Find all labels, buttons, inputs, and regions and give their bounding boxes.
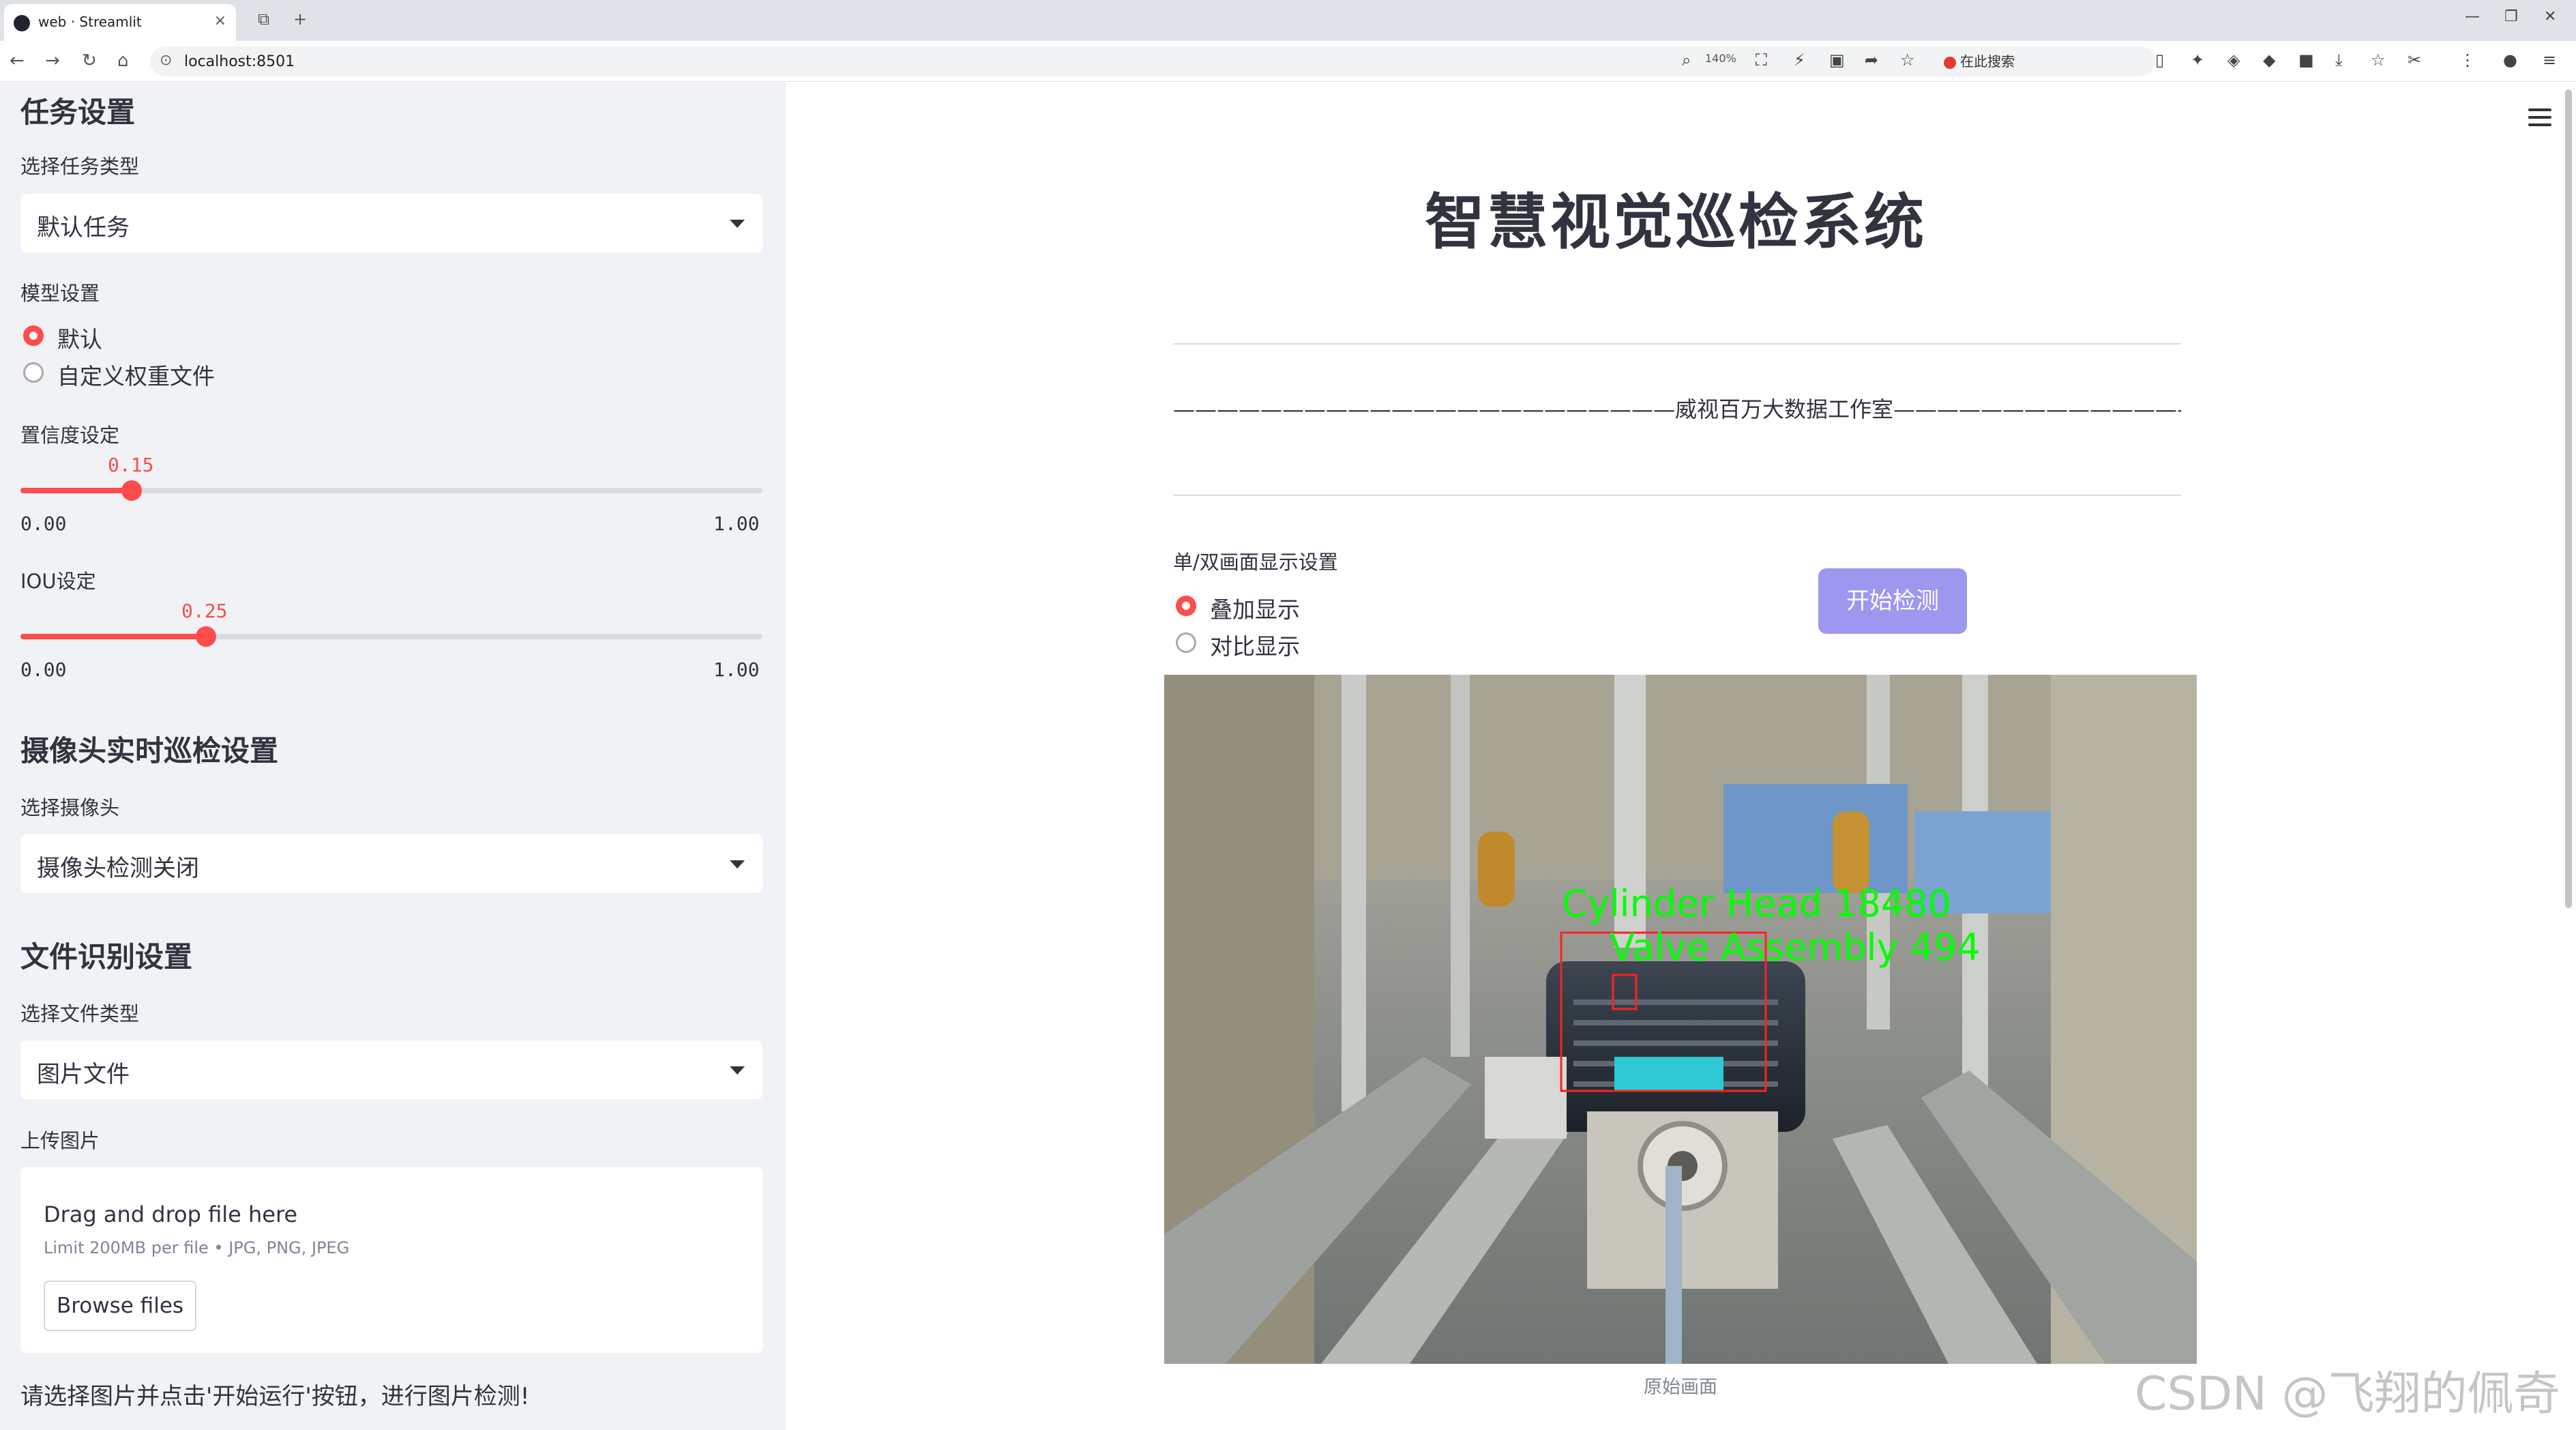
iou-value: 0.25 [181,600,228,622]
model-radio-default[interactable] [23,325,44,346]
zoom-icon[interactable]: ⌕ [1682,50,1691,70]
file-type-select[interactable]: 图片文件 [20,1040,763,1099]
window-close-icon[interactable]: ✕ [2544,8,2556,25]
task-type-label: 选择任务类型 [20,155,140,178]
confidence-slider-fill [20,488,132,493]
file-dropzone[interactable]: Drag and drop file here Limit 200MB per … [20,1167,763,1353]
site-info-icon[interactable]: ⊙ [160,52,172,69]
address-toolbar: ← → ↻ ⌂ ⊙ localhost:8501 ⌕ 140% ⛶ ⚡ ▣ ➦ … [0,41,2576,82]
detection-label-cylinder-head: Cylinder Head 18480 [1562,882,1951,925]
browser-tab-bar: web · Streamlit × ⧉ + — ❐ ✕ [0,0,2576,41]
url-text: localhost:8501 [184,53,295,70]
confidence-value: 0.15 [108,454,154,476]
task-settings-heading: 任务设置 [20,96,136,129]
display-option-overlay[interactable]: 叠加显示 [1210,592,1300,624]
display-mode-label: 单/双画面显示设置 [1173,551,1338,574]
more-menu-icon[interactable]: ⋮ [2459,50,2476,70]
file-type-value: 图片文件 [37,1061,130,1088]
confidence-label: 置信度设定 [20,424,120,447]
browser-tab[interactable]: web · Streamlit × [4,4,236,41]
streamlit-favicon-icon [14,15,30,31]
minimize-icon[interactable]: — [2465,8,2480,25]
chevron-down-icon [730,1066,745,1075]
iou-slider-fill [20,634,206,639]
extension-cube-icon[interactable]: ◈ [2227,50,2240,70]
search-engine-icon [1944,56,1956,69]
lightning-icon[interactable]: ⚡ [1794,50,1805,70]
confidence-min: 0.00 [20,512,67,535]
model-option-custom[interactable]: 自定义权重文件 [57,358,215,391]
search-label: 在此搜索 [1960,53,2015,70]
tab-title: web · Streamlit [38,14,142,30]
profile-avatar-icon[interactable]: ● [2503,50,2517,70]
reload-icon[interactable]: ↻ [82,50,97,71]
camera-label: 选择摄像头 [20,796,120,819]
back-icon[interactable]: ← [10,50,25,71]
divider-top [1173,343,2181,345]
download-icon[interactable]: ⤓ [2335,50,2343,70]
image-caption: 原始画面 [1644,1377,1717,1398]
page-title: 智慧视觉巡检系统 [1424,187,1927,257]
factory-scene-image: Cylinder Head 18480 Valve Assembly 494 [1164,675,2197,1364]
display-radio-overlay[interactable] [1176,596,1196,616]
camera-value: 摄像头检测关闭 [37,855,199,882]
watermark: CSDN @飞翔的佩奇 [2135,1367,2560,1421]
screenshot-icon[interactable]: ▣ [1829,50,1845,70]
main-content: 智慧视觉巡检系统 ———————————————————————威视百万大数据工… [786,83,2576,1430]
task-type-value: 默认任务 [37,214,130,242]
zoom-level: 140% [1705,52,1736,65]
confidence-slider[interactable] [20,480,763,501]
chevron-down-icon [730,860,745,869]
search-extension[interactable]: 在此搜索 [1944,50,2015,70]
start-detection-button[interactable]: 开始检测 [1818,568,1967,634]
translate-icon[interactable]: ⛶ [1756,50,1767,70]
favorites-icon[interactable]: ☆ [2371,50,2386,70]
detection-label-valve-assembly: Valve Assembly 494 [1610,926,1981,969]
hamburger-menu-icon[interactable] [2528,108,2551,128]
camera-select[interactable]: 摄像头检测关闭 [20,834,763,893]
iou-slider[interactable] [20,626,763,647]
model-option-default[interactable]: 默认 [57,321,102,354]
browser-menu-icon[interactable]: ≡ [2543,50,2556,70]
dropzone-limit: Limit 200MB per file • JPG, PNG, JPEG [44,1238,350,1257]
url-bar[interactable]: ⊙ localhost:8501 [150,46,2155,76]
forward-icon[interactable]: → [45,50,60,71]
confidence-slider-thumb[interactable] [121,480,143,501]
tools-icon[interactable]: ✂ [2408,50,2421,70]
display-radio-compare[interactable] [1176,632,1196,653]
model-radio-custom[interactable] [23,362,44,383]
task-type-select[interactable]: 默认任务 [20,194,763,252]
restore-icon[interactable]: ❐ [2504,8,2518,25]
extension-star-icon[interactable]: ✦ [2191,50,2204,70]
extension-blue-icon[interactable]: ◆ [2263,50,2275,70]
extension-dark-icon[interactable]: ■ [2298,50,2314,70]
iou-slider-thumb[interactable] [196,626,216,647]
chevron-down-icon [730,220,745,228]
confidence-max: 1.00 [713,512,760,535]
dropzone-title: Drag and drop file here [44,1201,298,1227]
device-icon[interactable]: ▯ [2155,50,2164,70]
divider-bottom [1173,495,2181,496]
model-settings-label: 模型设置 [20,282,100,305]
studio-line: ———————————————————————威视百万大数据工作室———————… [1173,396,2181,422]
tab-close-icon[interactable]: × [214,12,226,29]
new-tab-icon[interactable]: + [293,10,307,29]
bookmark-star-icon[interactable]: ☆ [1900,50,1915,70]
upload-hint: 请选择图片并点击'开始运行'按钮，进行图片检测! [20,1383,530,1410]
display-option-compare[interactable]: 对比显示 [1210,628,1300,661]
tab-group-icon[interactable]: ⧉ [258,10,269,29]
detection-video-frame: Cylinder Head 18480 Valve Assembly 494 [1164,675,2197,1364]
file-type-label: 选择文件类型 [20,1002,140,1025]
iou-max: 1.00 [713,658,760,681]
home-icon[interactable]: ⌂ [117,50,129,71]
file-settings-heading: 文件识别设置 [20,940,193,974]
browse-files-button[interactable]: Browse files [44,1281,196,1331]
scrollbar[interactable] [2565,89,2572,908]
iou-min: 0.00 [20,658,67,681]
camera-settings-heading: 摄像头实时巡检设置 [20,734,279,768]
share-icon[interactable]: ➦ [1865,50,1878,70]
iou-label: IOU设定 [20,570,96,593]
sidebar: 任务设置 选择任务类型 默认任务 模型设置 默认 自定义权重文件 置信度设定 0… [0,83,786,1430]
upload-label: 上传图片 [20,1129,100,1152]
